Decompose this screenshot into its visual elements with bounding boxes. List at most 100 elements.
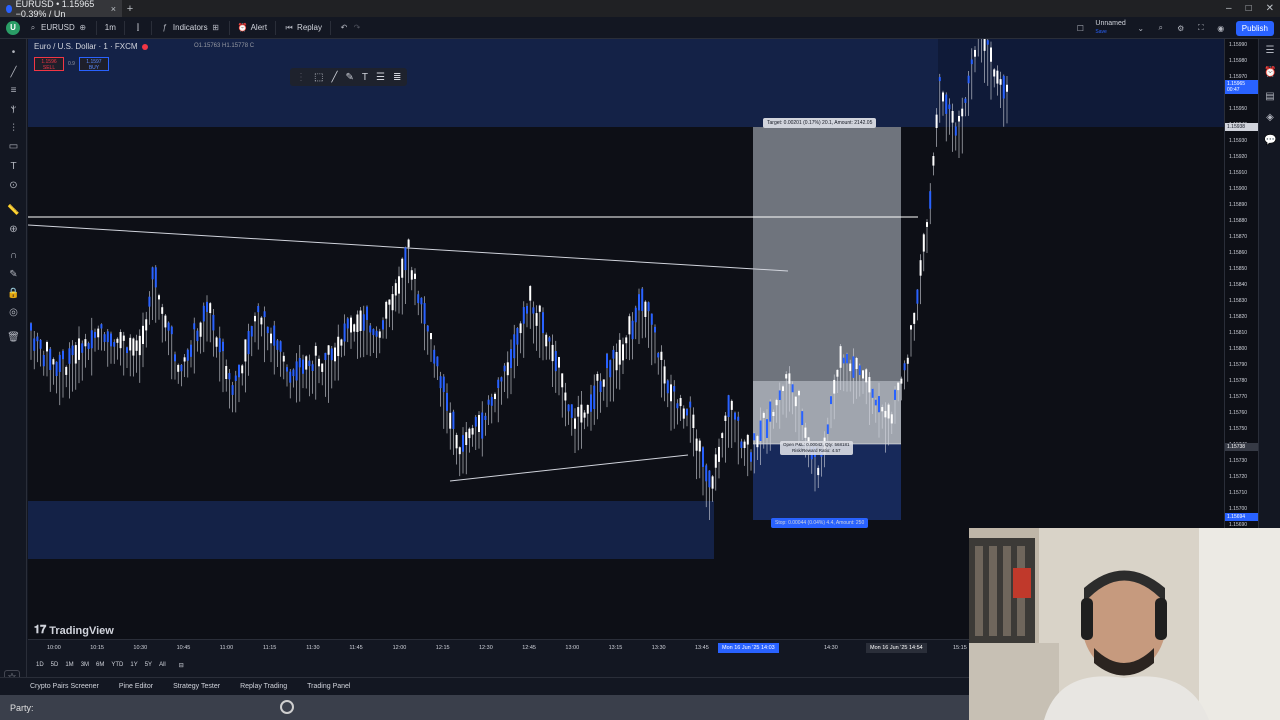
- maximize-icon[interactable]: □: [1246, 3, 1252, 14]
- patterns-icon[interactable]: ⊙: [7, 179, 20, 192]
- candle-body: [458, 447, 461, 455]
- user-avatar[interactable]: U: [6, 20, 20, 35]
- bottom-tab[interactable]: Trading Panel: [307, 683, 350, 690]
- layout-checkbox-icon[interactable]: ☐: [1075, 24, 1085, 33]
- candle-body: [468, 428, 471, 439]
- chevron-down-icon[interactable]: ⌄: [1136, 24, 1146, 33]
- range-button[interactable]: 1M: [65, 662, 73, 668]
- undo-icon[interactable]: ↶: [339, 23, 349, 32]
- minimize-icon[interactable]: –: [1226, 3, 1232, 14]
- add-symbol-icon[interactable]: ⊕: [78, 23, 88, 32]
- recording-icon[interactable]: [280, 700, 294, 714]
- rectangle-icon[interactable]: ▭: [7, 140, 20, 153]
- settings-gear-icon[interactable]: ⚙: [1176, 24, 1186, 33]
- browser-tab[interactable]: EURUSD • 1.15965 −0.39% / Un ×: [0, 0, 122, 19]
- indicators-button[interactable]: ƒ Indicators ⊞: [152, 20, 230, 35]
- candle-body: [890, 414, 893, 424]
- close-tab-icon[interactable]: ×: [111, 4, 116, 14]
- sell-button[interactable]: 1.1596 SELL: [34, 57, 64, 71]
- text-tool-icon[interactable]: T: [362, 72, 368, 83]
- range-button[interactable]: 5Y: [145, 662, 152, 668]
- candle-body: [500, 377, 503, 382]
- drawing-toolbar: • ╱ ≡ ⲯ ⫶ ▭ T ⊙ 📏 ⊕ ∩ ✎ 🔒 ◎ 🗑: [0, 39, 27, 679]
- quick-search-icon[interactable]: ⌕: [1156, 23, 1166, 33]
- fib-icon[interactable]: ≡: [7, 84, 20, 97]
- templates-icon[interactable]: ⊞: [211, 23, 221, 32]
- bottom-tab[interactable]: Pine Editor: [119, 683, 153, 690]
- chat-icon[interactable]: 💬: [1264, 135, 1276, 147]
- trend-line[interactable]: [28, 224, 789, 272]
- line-tool-icon[interactable]: ╱: [331, 72, 337, 83]
- candle-body: [657, 353, 660, 358]
- layers-icon[interactable]: ◈: [1264, 112, 1276, 124]
- candle-body: [954, 126, 957, 136]
- trash-icon[interactable]: 🗑: [7, 331, 20, 344]
- window-controls: – □ ✕: [1226, 0, 1274, 17]
- drag-handle-icon[interactable]: ⋮: [296, 72, 306, 83]
- trend-line-icon[interactable]: ╱: [7, 66, 20, 79]
- date-range-icon[interactable]: ⊟: [179, 662, 184, 669]
- candle-body: [362, 314, 365, 331]
- range-button[interactable]: 1D: [36, 662, 44, 668]
- time-tick-label: 15:15: [953, 645, 967, 651]
- zoom-icon[interactable]: ⊕: [7, 223, 20, 236]
- more-icon[interactable]: ≣: [393, 72, 401, 83]
- text-icon[interactable]: T: [7, 160, 20, 173]
- candle-body: [522, 307, 525, 324]
- candle-body: [711, 476, 714, 489]
- symbol-title[interactable]: Euro / U.S. Dollar · 1 · FXCM: [34, 42, 138, 51]
- eye-icon[interactable]: ◎: [7, 306, 20, 319]
- bottom-tab[interactable]: Replay Trading: [240, 683, 287, 690]
- interval-selector[interactable]: 1m: [97, 20, 125, 35]
- chart-type-button[interactable]: ⫿: [125, 20, 152, 35]
- candle-body: [177, 364, 180, 372]
- pitchfork-icon[interactable]: ⲯ: [7, 102, 20, 115]
- range-button[interactable]: All: [159, 662, 166, 668]
- price-tick-label: 1.15910: [1229, 170, 1248, 176]
- layout-name[interactable]: Unnamed Save: [1095, 20, 1125, 36]
- range-button[interactable]: 3M: [81, 662, 89, 668]
- stay-in-drawing-icon[interactable]: ✎: [7, 268, 20, 281]
- candle-body: [567, 404, 570, 412]
- camera-icon[interactable]: ◉: [1216, 24, 1226, 33]
- range-button[interactable]: 6M: [96, 662, 104, 668]
- bottom-tab[interactable]: Crypto Pairs Screener: [30, 683, 99, 690]
- ruler-icon[interactable]: 📏: [7, 204, 20, 217]
- shapes-icon[interactable]: ⫶: [7, 122, 20, 135]
- data-window-icon[interactable]: ▤: [1264, 91, 1276, 103]
- candle-body: [791, 384, 794, 393]
- trend-line[interactable]: [449, 454, 689, 482]
- candle-body: [209, 303, 212, 314]
- candle-body: [759, 420, 762, 442]
- publish-button[interactable]: Publish: [1235, 20, 1274, 36]
- toolbar-right: ☐ Unnamed Save ⌄ ⌕ ⚙ ⛶ ◉ Publish: [1075, 17, 1274, 39]
- candle-body: [263, 311, 266, 318]
- marker-price-badge: 1.15938: [1225, 123, 1258, 131]
- fullscreen-icon[interactable]: ⛶: [1196, 23, 1206, 33]
- magnet-icon[interactable]: ∩: [7, 249, 20, 262]
- pencil-icon[interactable]: ✎: [345, 72, 353, 83]
- candle-body: [513, 334, 516, 359]
- bottom-tab[interactable]: Strategy Tester: [173, 683, 220, 690]
- range-button[interactable]: 5D: [51, 662, 59, 668]
- close-window-icon[interactable]: ✕: [1266, 3, 1274, 14]
- candle-body: [433, 349, 436, 364]
- candle-body: [170, 326, 173, 335]
- range-button[interactable]: 1Y: [130, 662, 137, 668]
- new-tab-button[interactable]: +: [122, 3, 138, 15]
- buy-button[interactable]: 1.1597 BUY: [78, 57, 109, 71]
- watchlist-icon[interactable]: ☰: [1264, 45, 1276, 57]
- alerts-icon[interactable]: ⏰: [1264, 67, 1276, 79]
- template-icon[interactable]: ⬚: [314, 72, 323, 83]
- alert-button[interactable]: ⏰ Alert: [230, 20, 277, 35]
- symbol-search[interactable]: ⌕ EURUSD ⊕: [20, 20, 97, 35]
- range-button[interactable]: YTD: [111, 662, 123, 668]
- replay-button[interactable]: ⏮ Replay: [276, 20, 331, 35]
- chart-legend: Euro / U.S. Dollar · 1 · FXCM: [34, 42, 148, 51]
- lock-icon[interactable]: 🔒: [7, 287, 20, 300]
- price-tick-label: 1.15700: [1229, 506, 1248, 512]
- cursor-icon[interactable]: •: [7, 46, 20, 59]
- settings-sliders-icon[interactable]: ☰: [376, 72, 385, 83]
- candle-body: [199, 322, 202, 337]
- redo-icon[interactable]: ↷: [352, 23, 362, 32]
